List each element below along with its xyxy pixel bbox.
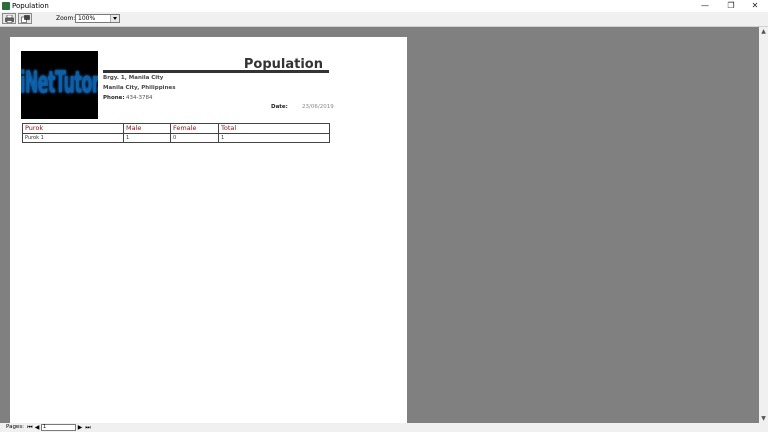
company-logo: iNetTutor.com bbox=[21, 51, 98, 119]
title-bar: Population — ❐ ✕ bbox=[0, 0, 768, 12]
population-table: Purok Male Female Total Purok 1 1 0 1 bbox=[22, 123, 330, 143]
table-header-row: Purok Male Female Total bbox=[22, 123, 330, 134]
first-page-icon[interactable]: ⏮ bbox=[27, 424, 33, 431]
maximize-button[interactable]: ❐ bbox=[719, 0, 743, 12]
cell-male: 1 bbox=[123, 133, 171, 143]
next-page-icon[interactable]: ▶ bbox=[77, 424, 83, 431]
close-button[interactable]: ✕ bbox=[743, 0, 767, 12]
column-header-total: Total bbox=[218, 123, 330, 134]
print-button[interactable] bbox=[2, 13, 16, 24]
zoom-select[interactable]: 100% bbox=[75, 14, 120, 23]
column-header-purok: Purok bbox=[22, 123, 124, 134]
export-button[interactable] bbox=[18, 13, 32, 24]
phone-label: Phone: bbox=[103, 95, 125, 101]
previous-page-icon[interactable]: ◀ bbox=[34, 424, 40, 431]
page-number-input[interactable]: 1 bbox=[41, 424, 76, 431]
last-page-icon[interactable]: ⏭ bbox=[85, 424, 91, 431]
date-value: 23/06/2019 bbox=[302, 104, 334, 110]
export-icon bbox=[21, 15, 30, 23]
address-line2: Manila City, Philippines bbox=[103, 85, 176, 91]
status-bar: Pages: ⏮ ◀ 1 ▶ ⏭ bbox=[0, 423, 768, 432]
pages-label: Pages: bbox=[6, 424, 25, 430]
printer-icon bbox=[5, 15, 14, 23]
date-label: Date: bbox=[271, 104, 288, 110]
column-header-male: Male bbox=[123, 123, 171, 134]
minimize-button[interactable]: — bbox=[693, 0, 717, 12]
scroll-down-icon[interactable]: ▼ bbox=[759, 414, 768, 423]
report-page: iNetTutor.com Population Brgy. 1, Manila… bbox=[10, 37, 407, 423]
table-row: Purok 1 1 0 1 bbox=[22, 133, 330, 143]
app-icon bbox=[2, 2, 10, 10]
logo-text: iNetTutor.com bbox=[21, 64, 98, 101]
vertical-scrollbar[interactable]: ▲ ▼ bbox=[759, 27, 768, 423]
title-divider bbox=[103, 70, 329, 73]
zoom-label: Zoom: bbox=[56, 15, 76, 22]
zoom-value: 100% bbox=[78, 15, 96, 22]
chevron-down-icon[interactable] bbox=[110, 15, 119, 22]
address-line1: Brgy. 1, Manila City bbox=[103, 75, 164, 81]
phone-value: 434-3784 bbox=[126, 95, 153, 101]
cell-total: 1 bbox=[218, 133, 330, 143]
scroll-up-icon[interactable]: ▲ bbox=[759, 27, 768, 36]
window-title: Population bbox=[12, 2, 49, 10]
cell-female: 0 bbox=[170, 133, 219, 143]
column-header-female: Female bbox=[170, 123, 219, 134]
toolbar: Zoom: 100% bbox=[0, 12, 768, 27]
cell-purok: Purok 1 bbox=[22, 133, 124, 143]
